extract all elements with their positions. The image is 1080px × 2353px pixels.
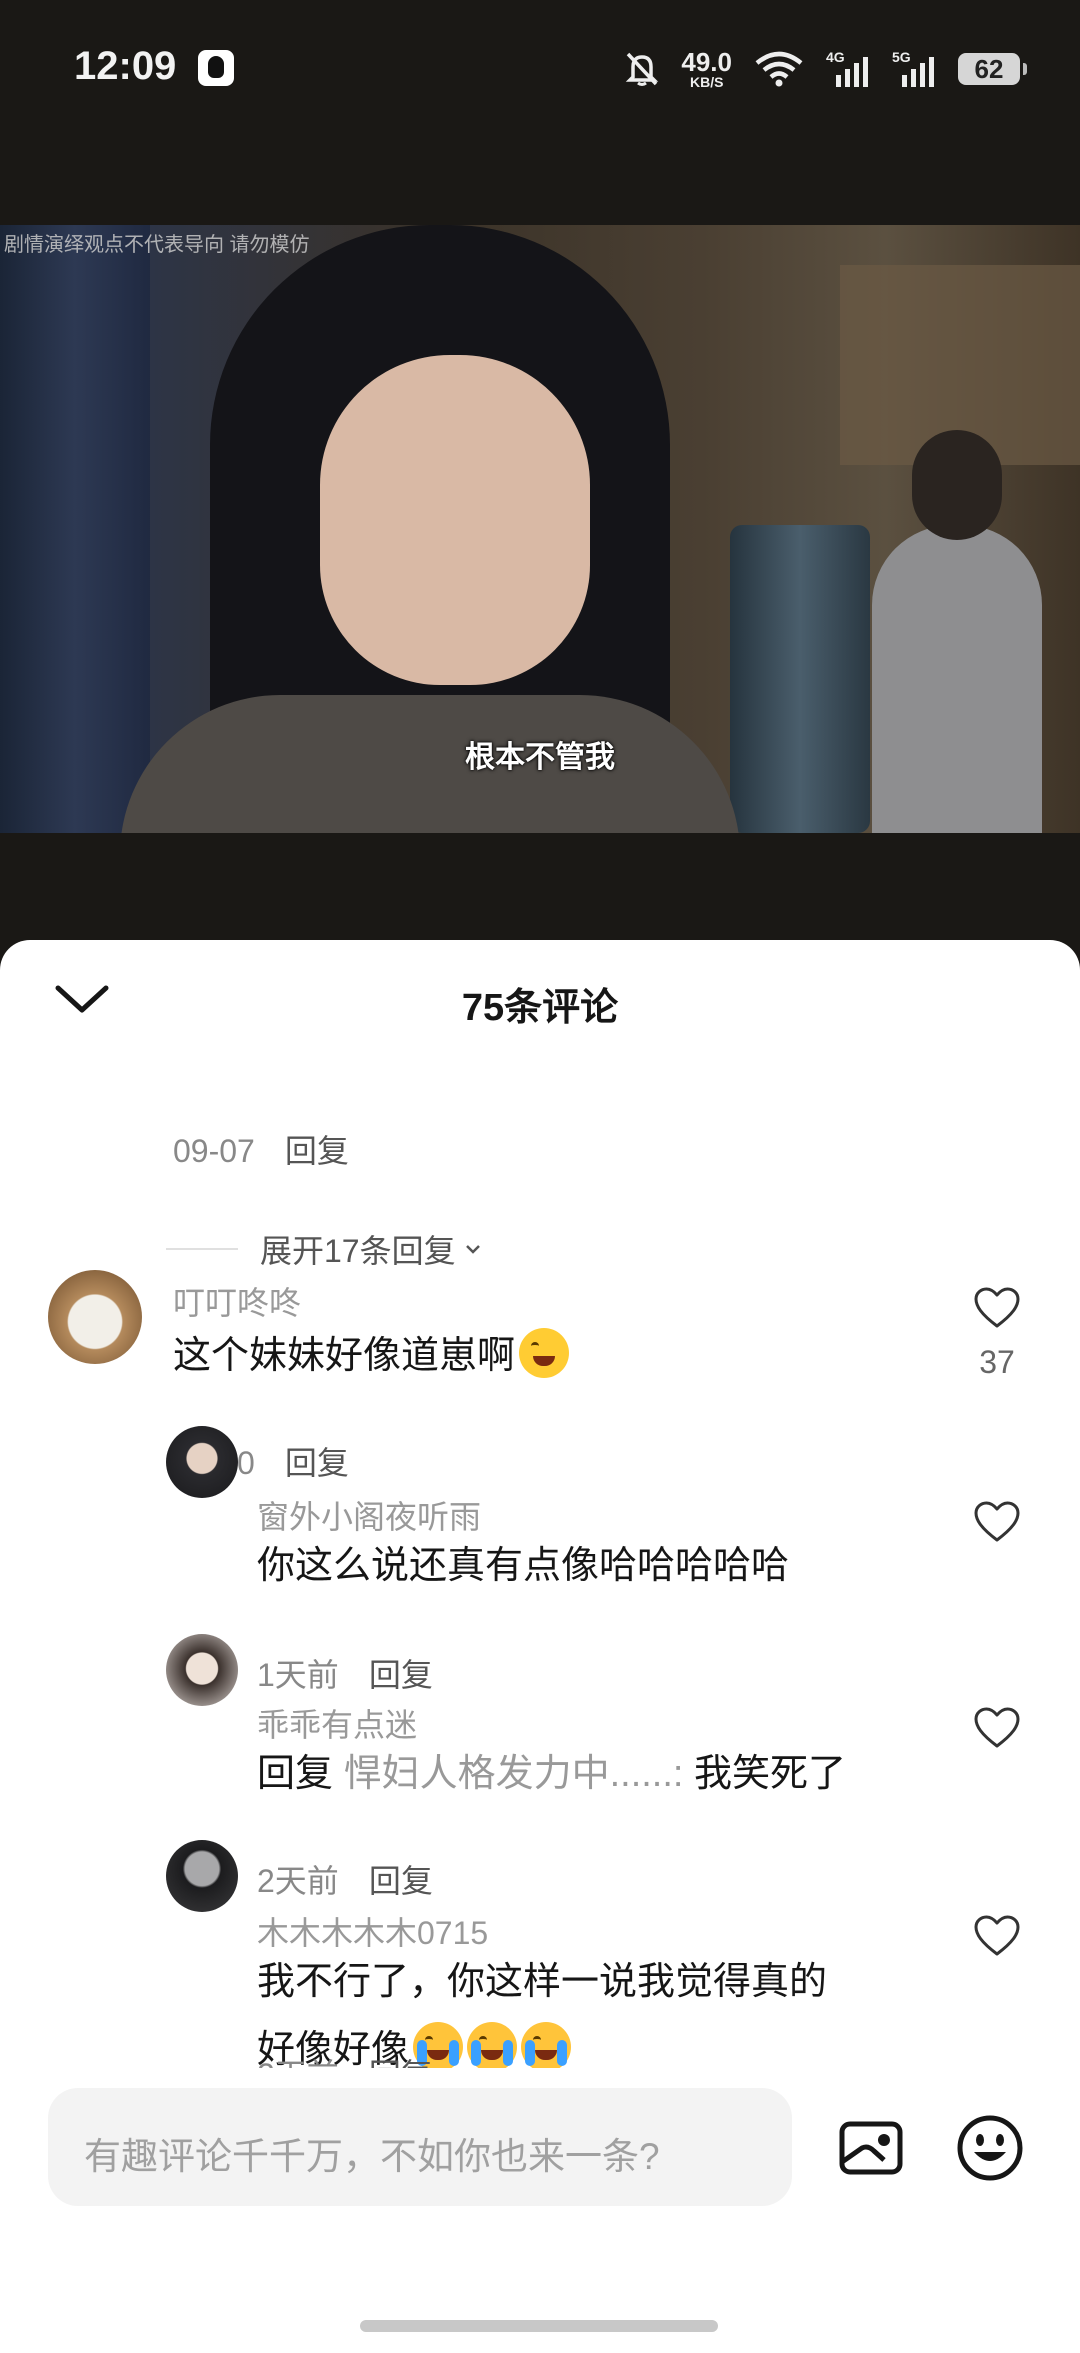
video-disclaimer: 剧情演绎观点不代表导向 请勿模仿 <box>4 234 310 256</box>
comment-meta: 09-07 回复 <box>173 1126 349 1172</box>
network-speed: 49.0 KB/S <box>681 49 732 89</box>
status-bar: 12:09 49.0 KB/S 4G 5G 62 <box>0 0 1080 140</box>
video-woman-face <box>320 355 590 685</box>
signal-4g-icon: 4G <box>826 49 870 89</box>
comment-text-body: 这个妹妹好像道崽啊 <box>173 1335 516 1377</box>
video-player[interactable]: 剧情演绎观点不代表导向 请勿模仿 根本不管我 <box>0 225 1080 833</box>
crying-emoji-icon <box>467 2022 518 2068</box>
reply-date: 1天前 <box>257 1657 339 1693</box>
heart-icon[interactable] <box>973 1706 1021 1750</box>
reply-date: 2天前 <box>257 1863 339 1899</box>
video-subtitle: 根本不管我 <box>465 741 615 774</box>
like-count: 37 <box>979 1344 1015 1380</box>
network-speed-unit: KB/S <box>689 74 724 90</box>
divider <box>166 1248 238 1250</box>
reply-meta: 1天前 回复 <box>257 1650 433 1696</box>
home-indicator[interactable] <box>360 2320 718 2332</box>
comment-username[interactable]: 叮叮咚咚 <box>173 1278 301 1324</box>
expand-replies-button[interactable]: 展开17条回复 <box>166 1226 482 1272</box>
emoji-picker-icon[interactable] <box>956 2114 1024 2182</box>
reply-meta: 2天前 回复 <box>257 2050 433 2068</box>
qq-notification-icon <box>198 50 234 86</box>
comments-header: 75条评论 <box>0 940 1080 1050</box>
status-indicators: 49.0 KB/S 4G 5G 62 <box>625 44 1027 94</box>
reply-text: 回复 悍妇人格发力中......: 我笑死了 <box>257 1740 846 1808</box>
heart-icon[interactable] <box>973 1500 1021 1544</box>
video-man-figure <box>872 525 1042 833</box>
comments-list[interactable]: 09-07回复 展开17条回复 叮叮咚咚 这个妹妹好像道崽啊 37 09-10回… <box>0 1050 1080 2068</box>
crying-emoji-icon <box>521 2022 572 2068</box>
reply-date: 2天前 <box>257 2057 339 2068</box>
reply-text-body: 我笑死了 <box>694 1753 847 1795</box>
avatar[interactable] <box>166 1840 238 1912</box>
signal-5g-icon: 5G <box>892 49 936 89</box>
expand-replies-label: 展开17条回复 <box>260 1233 456 1269</box>
avatar[interactable] <box>48 1270 142 1364</box>
reply-button[interactable]: 回复 <box>369 2057 433 2068</box>
reply-target-user[interactable]: 悍妇人格发力中......: <box>344 1753 684 1795</box>
image-picker-icon[interactable] <box>838 2118 904 2178</box>
reply-text-line: 我不行了，你这样一说我觉得真的 <box>257 1961 828 2003</box>
video-man-head <box>912 430 1002 540</box>
comment-input-bar: 有趣评论千千万，不如你也来一条? <box>0 2068 1080 2353</box>
reply-button[interactable]: 回复 <box>285 1133 349 1169</box>
reply-meta: 2天前回复 <box>257 1856 433 1902</box>
comment-text: 这个妹妹好像道崽啊 <box>173 1322 570 1390</box>
reply-text: 你这么说还真有点像哈哈哈哈哈 <box>257 1545 790 1587</box>
video-fridge <box>730 525 870 833</box>
reply-button[interactable]: 回复 <box>285 1445 349 1481</box>
heart-icon[interactable] <box>973 1286 1021 1330</box>
reply-prefix: 回复 <box>257 1753 334 1795</box>
status-time: 12:09 <box>74 44 177 88</box>
comment-date: 09-07 <box>173 1133 255 1169</box>
laughing-tears-emoji-icon <box>519 1328 570 1378</box>
reply-button[interactable]: 回复 <box>369 1863 433 1899</box>
avatar[interactable] <box>166 1426 238 1498</box>
comments-count-title: 75条评论 <box>461 987 619 1029</box>
network-speed-value: 49.0 <box>681 47 732 77</box>
comment-input-placeholder: 有趣评论千千万，不如你也来一条? <box>84 2136 660 2177</box>
comments-sheet: 75条评论 09-07 回复 展开17条回复 叮叮咚咚 这个妹妹好像道崽啊 37 <box>0 940 1080 2353</box>
comment-input[interactable]: 有趣评论千千万，不如你也来一条? <box>48 2088 792 2206</box>
battery-icon: 62 <box>958 53 1027 85</box>
heart-icon[interactable] <box>973 1914 1021 1958</box>
avatar[interactable] <box>166 1634 238 1706</box>
mute-icon <box>626 52 659 86</box>
wifi-icon <box>755 51 803 87</box>
chevron-down-icon <box>465 1245 480 1254</box>
reply-button[interactable]: 回复 <box>369 1657 433 1693</box>
